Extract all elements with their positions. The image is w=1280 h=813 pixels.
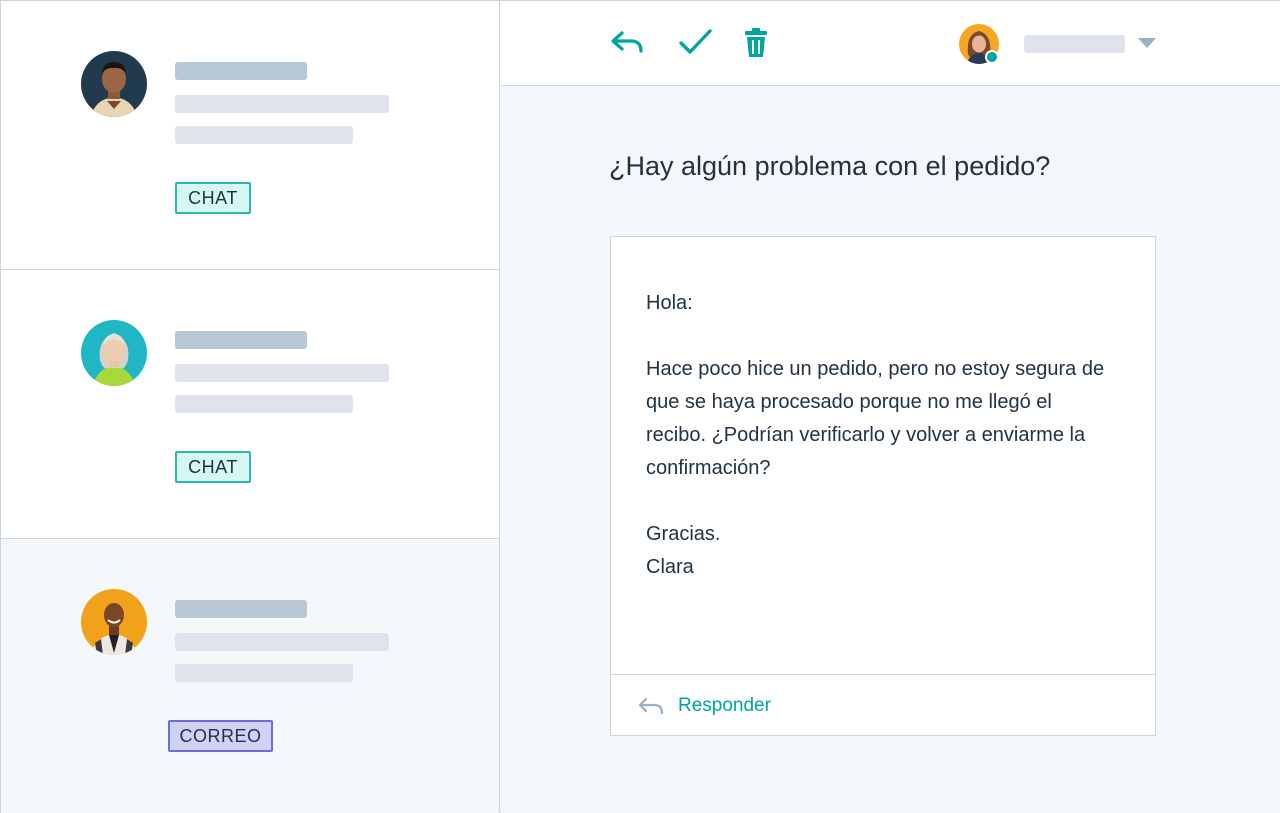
email-greeting: Hola:	[646, 292, 693, 314]
channel-tag-chat: CHAT	[175, 182, 251, 214]
email-signature: Clara	[646, 556, 694, 578]
email-body: Hola: Hace poco hice un pedido, pero no …	[646, 287, 1116, 584]
contact-avatar	[81, 589, 147, 655]
email-body-text: Hace poco hice un pedido, pero no estoy …	[646, 358, 1105, 479]
preview-line-placeholder	[175, 664, 353, 682]
message-footer: Responder	[611, 674, 1155, 736]
preview-line-placeholder	[175, 395, 353, 413]
conversation-subject: ¿Hay algún problema con el pedido?	[609, 151, 1051, 181]
assignee-avatar[interactable]	[959, 24, 999, 64]
preview-line-placeholder	[175, 95, 389, 113]
email-thanks: Gracias.	[646, 523, 721, 545]
conversation-item[interactable]: CHAT	[1, 270, 499, 539]
conversation-item[interactable]: CORREO	[1, 539, 499, 813]
conversation-list: CHAT CHAT CORREO	[1, 1, 500, 813]
contact-avatar	[81, 51, 147, 117]
preview-line-placeholder	[175, 633, 389, 651]
person-avatar-icon	[81, 320, 147, 386]
contact-name-placeholder	[175, 600, 307, 618]
person-avatar-icon	[81, 51, 147, 117]
contact-name-placeholder	[175, 331, 307, 349]
conversation-detail: ¿Hay algún problema con el pedido? Hola:…	[501, 1, 1280, 813]
check-icon[interactable]	[677, 27, 713, 59]
contact-avatar	[81, 320, 147, 386]
reply-button-label: Responder	[678, 695, 771, 716]
channel-tag-chat: CHAT	[175, 451, 251, 483]
conversation-item[interactable]: CHAT	[1, 1, 499, 270]
preview-line-placeholder	[175, 126, 353, 144]
channel-tag-email: CORREO	[168, 720, 273, 752]
person-avatar-icon	[81, 589, 147, 655]
contact-name-placeholder	[175, 62, 307, 80]
email-message-card: Hola: Hace poco hice un pedido, pero no …	[610, 236, 1156, 736]
app-window: CHAT CHAT CORREO ¿Hay algún problema con…	[0, 0, 1280, 813]
toolbar	[501, 1, 1280, 86]
reply-button[interactable]: Responder	[637, 695, 771, 717]
reply-icon	[638, 697, 664, 715]
chevron-down-icon[interactable]	[1138, 38, 1156, 48]
reply-icon[interactable]	[609, 27, 645, 59]
trash-icon[interactable]	[740, 27, 774, 59]
online-status-indicator	[985, 50, 999, 64]
preview-line-placeholder	[175, 364, 389, 382]
assignee-name-placeholder	[1024, 35, 1125, 53]
